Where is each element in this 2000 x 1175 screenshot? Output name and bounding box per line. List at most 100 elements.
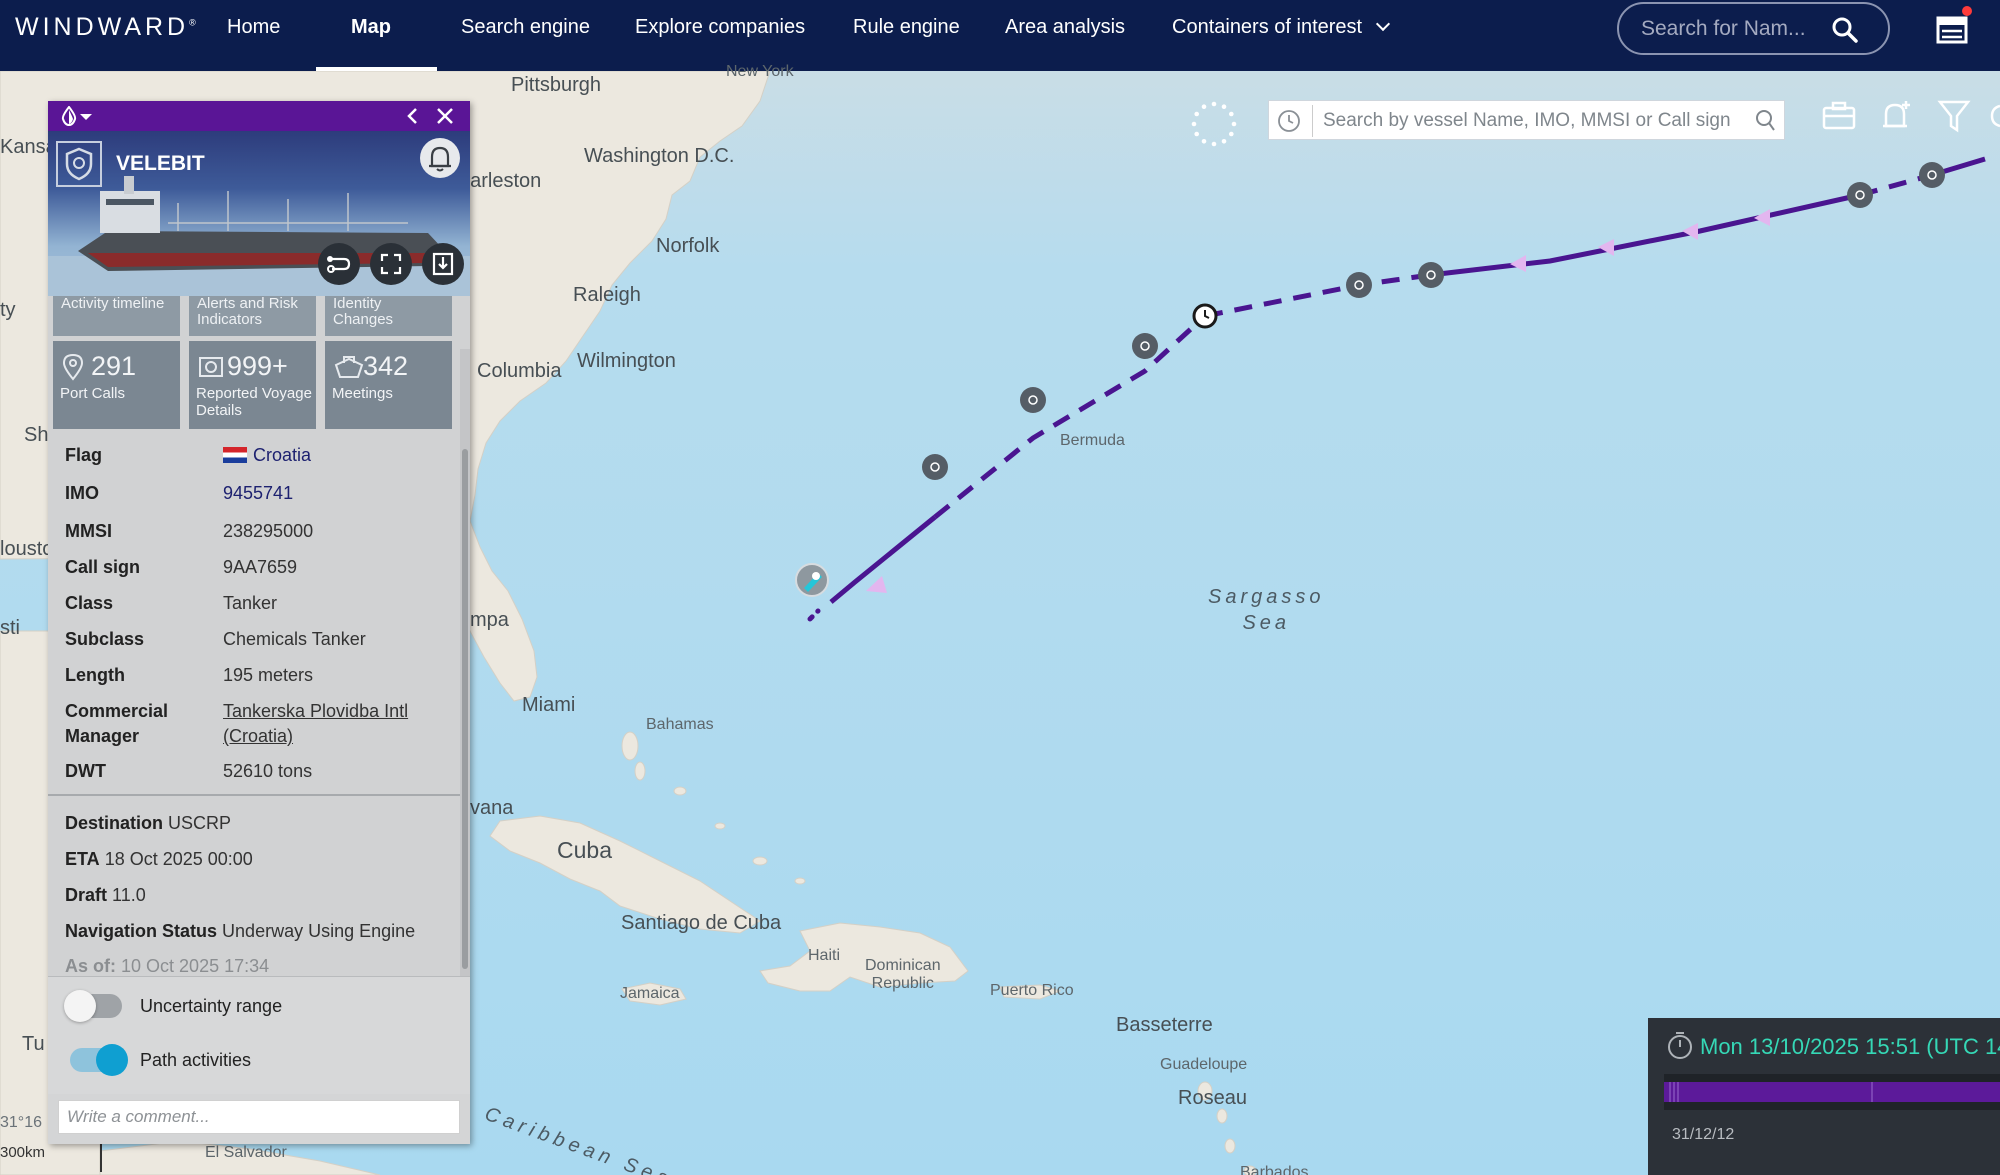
toggle-knob xyxy=(64,990,96,1022)
bell-icon xyxy=(429,146,451,172)
panel-header-bar xyxy=(48,101,470,131)
map-label-ty: ty xyxy=(0,299,16,321)
nav-map[interactable]: Map xyxy=(351,16,391,71)
map-label-columbia: Columbia xyxy=(477,360,562,382)
fullscreen-button[interactable] xyxy=(370,243,412,285)
calendar-icon[interactable] xyxy=(1936,14,1968,44)
route-icon xyxy=(327,256,351,273)
detail-key: MMSI xyxy=(65,521,112,541)
detail-value: 238295000 xyxy=(223,521,314,541)
detail-key: Call sign xyxy=(65,557,141,577)
timeline-range-fill[interactable] xyxy=(1664,1082,2000,1102)
add-alert-bell-icon[interactable] xyxy=(1878,98,1914,134)
stat-reported-voyage-details[interactable]: 999+ Reported Voyage Details xyxy=(189,341,316,429)
uncertainty-range-toggle[interactable] xyxy=(64,990,122,1022)
tab-alerts-and-risk-indicators[interactable]: Alerts and Risk Indicators xyxy=(189,296,316,336)
tab-identity-changes[interactable]: Identity Changes xyxy=(325,296,452,336)
global-search[interactable] xyxy=(1617,2,1890,55)
scrollbar-thumb[interactable] xyxy=(462,449,468,969)
timeline-track[interactable] xyxy=(1664,1074,2000,1110)
top-navigation-bar: WINDWARD® Home Map Search engine Explore… xyxy=(0,0,2000,71)
search-icon[interactable] xyxy=(1831,16,1859,44)
coordinate-readout: 31°16 xyxy=(0,1114,42,1131)
stat-label: Port Calls xyxy=(60,385,126,402)
close-icon[interactable] xyxy=(436,107,454,125)
export-button[interactable] xyxy=(422,243,464,285)
stat-value: 342 xyxy=(363,351,409,381)
scale-bar-line xyxy=(100,1140,102,1172)
detail-value[interactable]: 9455741 xyxy=(223,481,293,506)
map-label-norfolk: Norfolk xyxy=(656,235,720,257)
pin-icon xyxy=(62,353,84,381)
download-icon xyxy=(432,252,454,276)
panel-scrollbar[interactable] xyxy=(460,349,470,1059)
map-label-el-salvador: El Salvador xyxy=(205,1144,287,1161)
tab-activity-timeline[interactable]: Activity timeline xyxy=(53,296,180,336)
briefcase-icon[interactable] xyxy=(1821,98,1857,134)
map-label-roseau: Roseau xyxy=(1178,1087,1247,1109)
search-icon[interactable] xyxy=(1755,109,1777,133)
draft-row: Draft 11.0 xyxy=(65,885,146,905)
vessel-position-marker xyxy=(795,563,829,597)
clipped-toolbar-icon[interactable] xyxy=(1990,98,2000,134)
as-of-timestamp: As of: 10 Oct 2025 17:34 xyxy=(65,956,270,976)
map-label-barbados: Barbados xyxy=(1240,1164,1309,1175)
map-label-sargasso-sea: Sargasso Sea xyxy=(1208,586,1325,634)
map-label-raleigh: Raleigh xyxy=(573,284,641,306)
path-activities-toggle[interactable] xyxy=(70,1044,128,1076)
detail-value: 9AA7659 xyxy=(223,557,298,577)
fullscreen-icon xyxy=(380,253,402,275)
uncertainty-range-label: Uncertainty range xyxy=(140,996,283,1016)
nav-rule-engine[interactable]: Rule engine xyxy=(853,16,960,71)
nav-containers-of-interest[interactable]: Containers of interest xyxy=(1172,16,1391,71)
detail-key: IMO xyxy=(65,483,99,503)
alert-bell-button[interactable] xyxy=(420,138,460,178)
loading-spinner-icon xyxy=(1191,101,1237,147)
panel-divider xyxy=(48,794,460,796)
detail-key: Commercial Manager xyxy=(65,701,169,746)
vessel-type-badge xyxy=(56,141,102,187)
comment-input[interactable] xyxy=(58,1100,460,1134)
nav-area-analysis[interactable]: Area analysis xyxy=(1005,16,1125,71)
map-label-wilmington: Wilmington xyxy=(577,350,676,372)
map-label-miami: Miami xyxy=(522,694,576,716)
nav-home[interactable]: Home xyxy=(227,16,280,71)
map-label-havana: vana xyxy=(470,797,514,819)
collapse-chevron-icon[interactable] xyxy=(405,107,421,125)
stat-port-calls[interactable]: 291 Port Calls xyxy=(53,341,180,429)
nav-search-engine[interactable]: Search engine xyxy=(461,16,590,71)
route-button[interactable] xyxy=(318,243,360,285)
path-activities-label: Path activities xyxy=(140,1050,252,1070)
map-label-charleston: harleston xyxy=(459,170,542,192)
detail-key: Flag xyxy=(65,445,103,465)
vessel-search-bar[interactable] xyxy=(1268,100,1785,140)
detail-key: Length xyxy=(65,665,125,685)
stat-meetings[interactable]: 342 Meetings xyxy=(325,341,452,429)
map-label-haiti: Haiti xyxy=(808,947,841,964)
map-label-bermuda: Bermuda xyxy=(1060,432,1125,449)
timeline-current-time: Mon 13/10/2025 15:51 (UTC 14 xyxy=(1700,1034,2000,1059)
toggle-knob xyxy=(96,1044,128,1076)
map-label-cuba: Cuba xyxy=(557,837,612,863)
timeline-start-date: 31/12/12 xyxy=(1672,1126,1735,1143)
detail-key: DWT xyxy=(65,761,106,781)
windward-logo[interactable]: WINDWARD® xyxy=(15,13,196,42)
map-label-washington: Washington D.C. xyxy=(584,145,735,167)
navigation-status-row: Navigation Status Underway Using Engine xyxy=(65,921,416,941)
detail-value: Chemicals Tanker xyxy=(223,629,366,649)
history-clock-icon[interactable] xyxy=(1277,109,1301,133)
map-label-jamaica: Jamaica xyxy=(620,985,680,1002)
cycle-icon xyxy=(199,357,223,377)
layers-dropdown-icon[interactable] xyxy=(60,106,94,126)
commercial-manager-link[interactable]: Tankerska Plovidba Intl (Croatia) xyxy=(223,699,443,749)
vessel-details-panel: VELEBIT Activity timeline Alerts and Ris… xyxy=(48,101,470,1144)
map-label-santiago-de-cuba: Santiago de Cuba xyxy=(621,912,782,934)
eta-row: ETA 18 Oct 2025 00:00 xyxy=(65,849,253,869)
map-label-sh: Sh xyxy=(24,424,49,446)
stopwatch-icon xyxy=(1668,1032,1692,1059)
global-search-input[interactable] xyxy=(1641,14,1831,44)
filter-icon[interactable] xyxy=(1937,98,1971,134)
detail-key: Subclass xyxy=(65,629,145,649)
vessel-search-input[interactable] xyxy=(1323,109,1743,133)
croatia-flag-icon xyxy=(223,447,247,463)
